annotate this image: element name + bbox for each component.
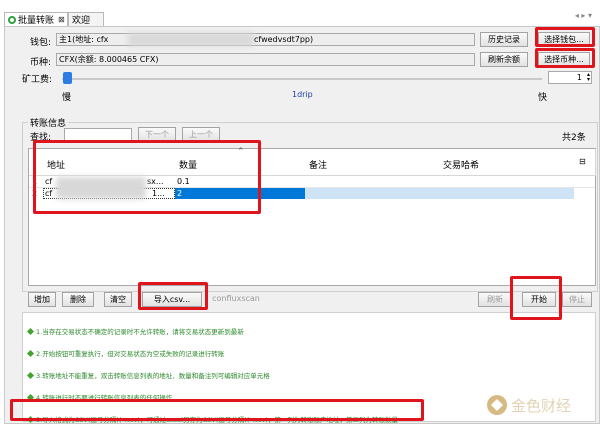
delete-button[interactable]: 删除 xyxy=(62,292,94,307)
refresh-button[interactable]: 刷新 xyxy=(478,292,512,307)
total-count: 共2条 xyxy=(562,133,586,143)
tip-item: 3.转账地址不能重复，双击转账信息列表的地址、数量和备注列可编辑对应单元格 xyxy=(26,370,588,392)
fee-value: 1 xyxy=(576,73,582,82)
watermark: 金色财经 xyxy=(486,394,571,416)
wallet-address-end: cfwedvsdt7pp) xyxy=(254,35,314,44)
wallet-label: 钱包: xyxy=(30,38,52,48)
confluxscan-link[interactable]: confluxscan xyxy=(208,292,264,307)
annotation-box xyxy=(535,48,595,68)
tab-bar: 批量转账 ⊠ 欢迎 ◂ ▸ ▾ xyxy=(0,0,600,26)
tab-label: 批量转账 xyxy=(18,16,55,26)
fee-mid-label: 1drip xyxy=(292,90,313,99)
leaf-icon xyxy=(26,371,35,380)
column-header-note[interactable]: 备注 xyxy=(305,149,440,176)
spin-arrows-icon[interactable]: ▴ ▾ xyxy=(587,72,590,83)
annotation-box xyxy=(10,399,424,421)
tab-batch-transfer[interactable]: 批量转账 ⊠ xyxy=(4,12,68,26)
currency-field: CFX(余额: 8.000465 CFX) xyxy=(56,53,475,66)
fee-slider-track[interactable] xyxy=(62,78,542,80)
history-button[interactable]: 历史记录 xyxy=(480,32,528,47)
fee-slider-handle[interactable] xyxy=(63,72,72,84)
leaf-icon xyxy=(26,327,35,336)
annotation-box xyxy=(33,140,261,214)
clear-button[interactable]: 清空 xyxy=(104,292,132,307)
currency-label: 币种: xyxy=(30,58,52,68)
stop-button[interactable]: 停止 xyxy=(562,292,592,307)
app-icon xyxy=(8,15,16,24)
column-chooser-icon[interactable]: ⊟ xyxy=(574,149,596,176)
wallet-address-start: 主1(地址: cfx xyxy=(59,35,109,44)
fee-spinbox[interactable]: 1 ▴ ▾ xyxy=(548,71,592,84)
refresh-balance-button[interactable]: 刷新余额 xyxy=(480,52,528,67)
fee-fast-label: 快 xyxy=(538,93,548,103)
tab-welcome[interactable]: 欢迎 xyxy=(68,12,104,26)
annotation-box xyxy=(138,282,208,310)
fee-slow-label: 慢 xyxy=(62,93,72,103)
tip-item: 1.当存在交易状态不确定的记录时不允许转账，请将交易状态更新到最新 xyxy=(26,326,588,348)
annotation-box xyxy=(510,276,562,320)
redacted-blur xyxy=(128,33,254,46)
tip-item: 2.开始按钮可重复执行，但对交易状态为空或失败的记录进行转账 xyxy=(26,348,588,370)
fee-label: 矿工费: xyxy=(22,75,53,85)
close-icon[interactable]: ⊠ xyxy=(58,15,65,24)
leaf-icon xyxy=(26,349,35,358)
tab-nav-arrows[interactable]: ◂ ▸ ▾ xyxy=(575,11,592,20)
tab-label: 欢迎 xyxy=(72,16,91,26)
annotation-box xyxy=(535,27,595,47)
add-button[interactable]: 增加 xyxy=(28,292,56,307)
transfer-info-title: 转账信息 xyxy=(28,116,69,129)
column-header-hash[interactable]: 交易哈希 xyxy=(439,149,575,176)
watermark-logo-icon xyxy=(487,395,507,415)
